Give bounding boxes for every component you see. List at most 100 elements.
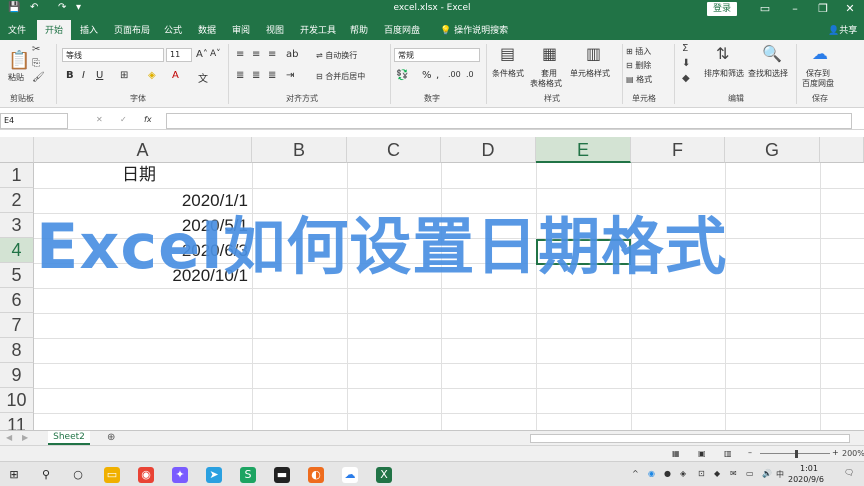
next-sheet-icon[interactable]: ▶: [22, 433, 28, 442]
cell-style-icon[interactable]: ▥: [586, 44, 601, 63]
page-layout-view-icon[interactable]: ▣: [698, 449, 706, 458]
fill-color-icon[interactable]: ◈: [148, 70, 156, 81]
select-all-corner[interactable]: [0, 137, 34, 163]
currency-icon[interactable]: 💱: [396, 70, 408, 81]
page-break-view-icon[interactable]: ▥: [724, 449, 732, 458]
tab-data[interactable]: 数据: [198, 23, 216, 36]
column-header-g[interactable]: G: [725, 137, 820, 163]
row-header-2[interactable]: 2: [0, 188, 34, 213]
orientation-icon[interactable]: ab: [286, 49, 298, 60]
normal-view-icon[interactable]: ▦: [672, 449, 680, 458]
align-right-icon[interactable]: ≣: [268, 70, 276, 81]
italic-icon[interactable]: I: [82, 70, 85, 81]
terminal-icon[interactable]: ▬: [274, 467, 290, 483]
tray-app-icon-4[interactable]: ⊡: [698, 469, 705, 478]
row-header-3[interactable]: 3: [0, 213, 34, 238]
notifications-icon[interactable]: 🗨: [844, 468, 854, 477]
cortana-icon[interactable]: ○: [70, 467, 86, 483]
file-explorer-icon[interactable]: ▭: [104, 467, 120, 483]
column-header-d[interactable]: D: [441, 137, 536, 163]
tab-formulas[interactable]: 公式: [164, 23, 182, 36]
tray-app-icon-3[interactable]: ◈: [680, 469, 686, 478]
zoom-in-icon[interactable]: +: [832, 448, 839, 457]
row-header-6[interactable]: 6: [0, 288, 34, 313]
decrease-decimal-icon[interactable]: .0: [466, 70, 474, 79]
font-color-icon[interactable]: A: [172, 70, 179, 81]
row-header-7[interactable]: 7: [0, 313, 34, 338]
ime-indicator-icon[interactable]: 中: [776, 469, 784, 480]
save-to-label-2[interactable]: 百度网盘: [802, 78, 834, 89]
tab-view[interactable]: 视图: [266, 23, 284, 36]
find-select-label[interactable]: 查找和选择: [748, 68, 788, 79]
align-top-icon[interactable]: ≡: [236, 49, 244, 60]
font-size-select[interactable]: 11: [166, 48, 192, 62]
column-header-f[interactable]: F: [631, 137, 725, 163]
cut-icon[interactable]: ✂: [32, 44, 40, 55]
horizontal-scrollbar[interactable]: [530, 434, 850, 443]
baidu-netdisk-icon[interactable]: ☁: [342, 467, 358, 483]
enter-icon[interactable]: ✓: [120, 115, 127, 124]
indent-icon[interactable]: ⇥: [286, 70, 294, 81]
find-select-icon[interactable]: 🔍: [762, 44, 782, 63]
clear-icon[interactable]: ◆: [682, 73, 690, 84]
baidu-cloud-icon[interactable]: ☁: [812, 44, 828, 63]
windows-start-icon[interactable]: ⊞: [6, 467, 22, 483]
tray-app-icon-6[interactable]: ✉: [730, 469, 737, 478]
ribbon-options-icon[interactable]: ▭: [755, 2, 775, 15]
insert-function-icon[interactable]: fx: [144, 115, 152, 124]
fill-icon[interactable]: ⬇: [682, 58, 690, 69]
number-format-select[interactable]: 常规: [394, 48, 480, 62]
conditional-format-icon[interactable]: ▤: [500, 44, 515, 63]
tray-app-icon-5[interactable]: ◆: [714, 469, 720, 478]
telegram-icon[interactable]: ➤: [206, 467, 222, 483]
column-header-a[interactable]: A: [34, 137, 252, 163]
tray-expand-icon[interactable]: ^: [632, 469, 639, 478]
delete-cells-button[interactable]: ⊟ 删除: [626, 60, 651, 71]
insert-cells-button[interactable]: ⊞ 插入: [626, 46, 651, 57]
share-button[interactable]: 👤共享: [828, 23, 857, 36]
name-box[interactable]: E4: [0, 113, 68, 129]
borders-icon[interactable]: ⊞: [120, 70, 128, 81]
close-button[interactable]: ✕: [840, 2, 860, 15]
tab-home[interactable]: 开始: [37, 20, 72, 40]
cell-style-label[interactable]: 单元格样式: [570, 68, 610, 79]
add-sheet-icon[interactable]: ⊕: [107, 432, 115, 443]
paste-icon[interactable]: 📋: [8, 50, 30, 71]
wrap-text-button[interactable]: ⇌ 自动换行: [316, 50, 357, 61]
grow-font-icon[interactable]: A˄: [196, 49, 208, 60]
cell-a1[interactable]: 日期: [122, 162, 156, 187]
bold-icon[interactable]: B: [66, 70, 74, 81]
font-name-select[interactable]: 等线: [62, 48, 164, 62]
align-bottom-icon[interactable]: ≡: [268, 49, 276, 60]
autosum-icon[interactable]: Σ: [682, 43, 688, 54]
row-header-10[interactable]: 10: [0, 388, 34, 413]
zoom-out-icon[interactable]: –: [748, 448, 752, 457]
sort-filter-icon[interactable]: ⇅: [716, 44, 729, 63]
tab-insert[interactable]: 插入: [80, 23, 98, 36]
column-header-c[interactable]: C: [347, 137, 441, 163]
tab-file[interactable]: 文件: [8, 23, 26, 36]
formula-input[interactable]: [166, 113, 852, 129]
zoom-slider-knob[interactable]: [795, 450, 798, 458]
phonetic-icon[interactable]: 文: [198, 70, 208, 85]
sort-filter-label[interactable]: 排序和筛选: [704, 68, 744, 79]
tab-developer[interactable]: 开发工具: [300, 23, 336, 36]
tray-app-icon[interactable]: ◉: [648, 469, 655, 478]
format-cells-button[interactable]: ▤ 格式: [626, 74, 652, 85]
column-header-e[interactable]: E: [536, 137, 631, 163]
clock-date[interactable]: 2020/9/6: [788, 475, 824, 484]
table-format-icon[interactable]: ▦: [542, 44, 557, 63]
column-header-b[interactable]: B: [252, 137, 347, 163]
tab-baidu-netdisk[interactable]: 百度网盘: [384, 23, 420, 36]
row-header-5[interactable]: 5: [0, 263, 34, 288]
align-center-icon[interactable]: ≣: [252, 70, 260, 81]
volume-icon[interactable]: 🔊: [762, 469, 772, 478]
format-painter-icon[interactable]: 🖌: [32, 72, 45, 83]
tab-review[interactable]: 审阅: [232, 23, 250, 36]
sheet-tab-sheet2[interactable]: Sheet2: [48, 431, 90, 445]
increase-decimal-icon[interactable]: .00: [448, 70, 461, 79]
cancel-icon[interactable]: ✕: [96, 115, 103, 124]
zoom-level[interactable]: 200%: [842, 449, 864, 458]
percent-icon[interactable]: %: [422, 70, 432, 81]
app-icon-orange[interactable]: ◐: [308, 467, 324, 483]
